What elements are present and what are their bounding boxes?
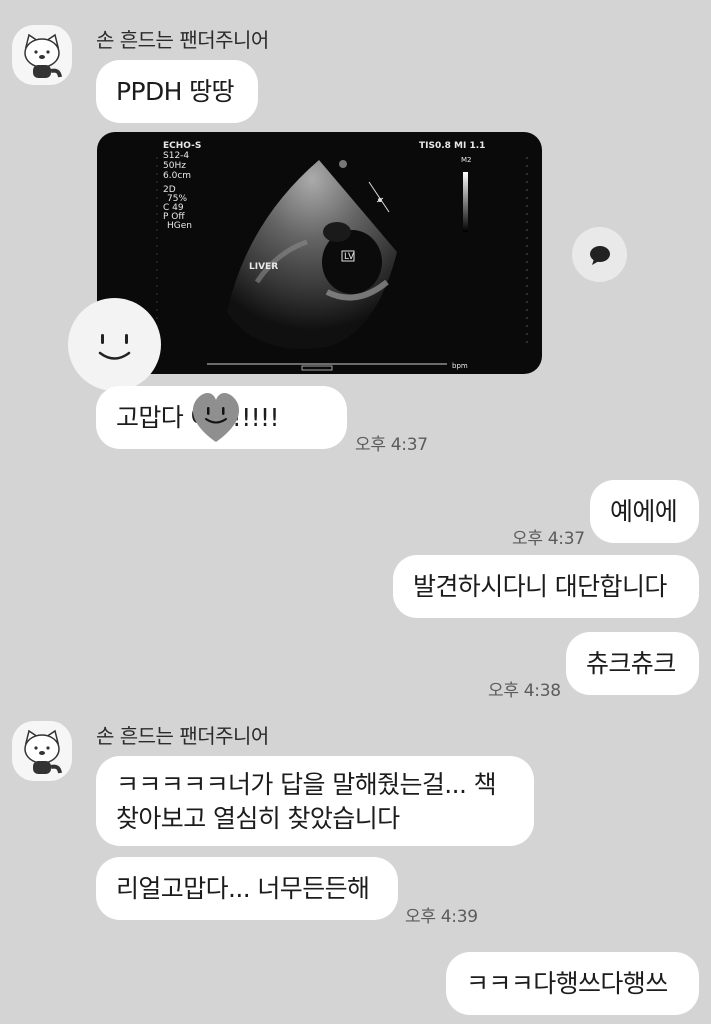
bpm-label: bpm [452,362,468,370]
comment-button[interactable] [572,227,627,282]
message-bubble[interactable]: 예에에 [590,480,699,543]
raccoon-avatar-icon[interactable] [12,721,72,781]
ultrasound-image[interactable]: LV LIVER ECHO-S S12-4 50Hz 6.0cm 2D 75% … [97,132,542,374]
setting-label: HGen [167,221,192,231]
index-label: TIS0.8 MI 1.1 [419,141,485,151]
message-text: 리얼고맙다... 너무든든해 [116,874,370,903]
message-bubble[interactable]: ㅋㅋㅋㅋㅋ너가 답을 말해줬는걸... 책 찾아보고 열심히 찾았습니다 [96,756,534,846]
message-bubble[interactable]: 리얼고맙다... 너무든든해 [96,857,398,920]
header-left-label: ECHO-S [163,141,201,151]
m2-label: M2 [461,156,472,164]
depth-label: 6.0cm [163,171,191,181]
speech-bubble-icon [589,245,610,265]
heart-sticker [186,386,246,446]
message-text: ㅋㅋㅋ다행쓰다행쓰 [466,969,668,998]
message-bubble[interactable]: ㅋㅋㅋ다행쓰다행쓰 [446,952,699,1015]
message-text: 발견하시다니 대단합니다 [413,572,667,601]
message-time: 오후 4:37 [355,435,428,455]
message-text: ㅋㅋㅋㅋㅋ너가 답을 말해줬는걸... 책 찾아보고 열심히 찾았습니다 [116,770,497,833]
sender-name: 손 흔드는 팬더주니어 [96,28,269,52]
message-bubble[interactable]: PPDH 땅땅 [96,60,258,123]
message-time: 오후 4:37 [512,529,585,549]
message-text: PPDH 땅땅 [116,77,235,106]
probe-label: S12-4 [163,151,189,161]
message-text: 츄크츄크 [586,649,676,678]
sender-name: 손 흔드는 팬더주니어 [96,724,269,748]
message-time: 오후 4:38 [488,681,561,701]
smiley-face-sticker [68,298,161,391]
liver-label: LIVER [249,262,278,272]
message-bubble[interactable]: 츄크츄크 [566,632,699,695]
message-bubble[interactable]: 발견하시다니 대단합니다 [393,555,699,618]
raccoon-avatar-icon[interactable] [12,25,72,85]
message-text: 예에에 [610,497,678,526]
message-time: 오후 4:39 [405,907,478,927]
lv-label: LV [344,252,355,262]
freq-label: 50Hz [163,161,186,171]
